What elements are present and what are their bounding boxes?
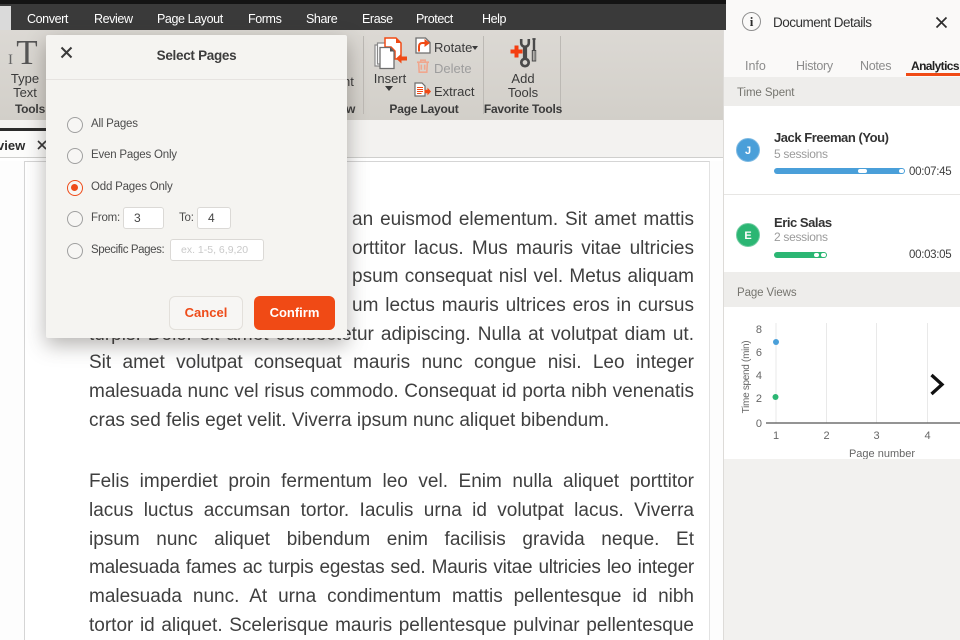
svg-text:6: 6: [756, 347, 762, 359]
svg-text:4: 4: [756, 370, 762, 382]
svg-text:1: 1: [773, 430, 779, 442]
svg-text:Page number: Page number: [849, 448, 915, 459]
svg-text:2: 2: [823, 430, 829, 442]
svg-text:4: 4: [924, 430, 930, 442]
svg-text:0: 0: [756, 418, 762, 430]
svg-text:Time spend (min): Time spend (min): [741, 341, 752, 414]
svg-text:2: 2: [756, 393, 762, 405]
svg-text:8: 8: [756, 324, 762, 336]
svg-text:3: 3: [873, 430, 879, 442]
